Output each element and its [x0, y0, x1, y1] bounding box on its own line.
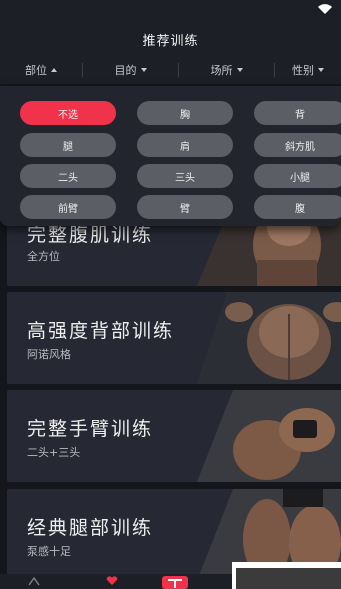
wifi-icon	[318, 4, 332, 14]
card-subtitle: 二头+三头	[27, 446, 81, 459]
filter-location[interactable]: 场所	[179, 56, 274, 84]
chevron-down-icon	[318, 68, 324, 72]
option-none[interactable]: 不选	[20, 101, 116, 125]
card-title: 完整手臂训练	[27, 418, 154, 440]
nav-heart-icon[interactable]	[106, 576, 118, 586]
chevron-up-icon	[51, 68, 57, 72]
card-title: 高强度背部训练	[27, 320, 175, 342]
nav-logo[interactable]	[160, 574, 190, 589]
option-chest[interactable]: 胸	[137, 101, 233, 125]
filter-body-part[interactable]: 部位	[0, 56, 82, 84]
chevron-down-icon	[140, 68, 147, 72]
option-arms[interactable]: 臂	[137, 195, 233, 219]
page-title: 推荐训练	[142, 33, 199, 49]
workout-card-back[interactable]: 高强度背部训练 阿诺风格	[7, 292, 341, 384]
card-subtitle: 全方位	[27, 250, 60, 263]
filter-gender[interactable]: 性别	[275, 56, 341, 84]
option-triceps[interactable]: 三头	[137, 164, 233, 188]
card-title: 经典腿部训练	[27, 517, 154, 539]
option-back[interactable]: 背	[254, 101, 341, 125]
overlay-panel	[236, 568, 341, 589]
card-subtitle: 泵感十足	[27, 545, 71, 558]
top-header: 推荐训练	[0, 22, 341, 56]
workout-card-arms[interactable]: 完整手臂训练 二头+三头	[7, 390, 341, 482]
filter-label: 部位	[25, 64, 47, 77]
filter-label: 场所	[210, 64, 233, 77]
body-part-dropdown: 不选 胸 背 腿 肩 斜方肌 二头 三头 小腿 前臂 臂 腹	[0, 86, 341, 226]
chevron-down-icon	[236, 68, 243, 72]
filter-bar: 部位 目的 场所 性别	[0, 56, 341, 84]
option-biceps[interactable]: 二头	[20, 164, 116, 188]
workout-photo	[197, 292, 341, 384]
workout-photo	[197, 390, 341, 482]
filter-goal[interactable]: 目的	[83, 56, 178, 84]
option-shoulders[interactable]: 肩	[137, 133, 233, 157]
filter-label: 性别	[292, 64, 314, 77]
option-legs[interactable]: 腿	[20, 133, 116, 157]
option-calves[interactable]: 小腿	[254, 164, 341, 188]
nav-home-icon[interactable]	[28, 576, 40, 586]
filter-label: 目的	[114, 64, 137, 77]
option-abs[interactable]: 腹	[254, 195, 341, 219]
option-trapezius[interactable]: 斜方肌	[254, 133, 341, 157]
status-bar	[0, 0, 341, 22]
card-subtitle: 阿诺风格	[27, 348, 71, 361]
option-forearms[interactable]: 前臂	[20, 195, 116, 219]
